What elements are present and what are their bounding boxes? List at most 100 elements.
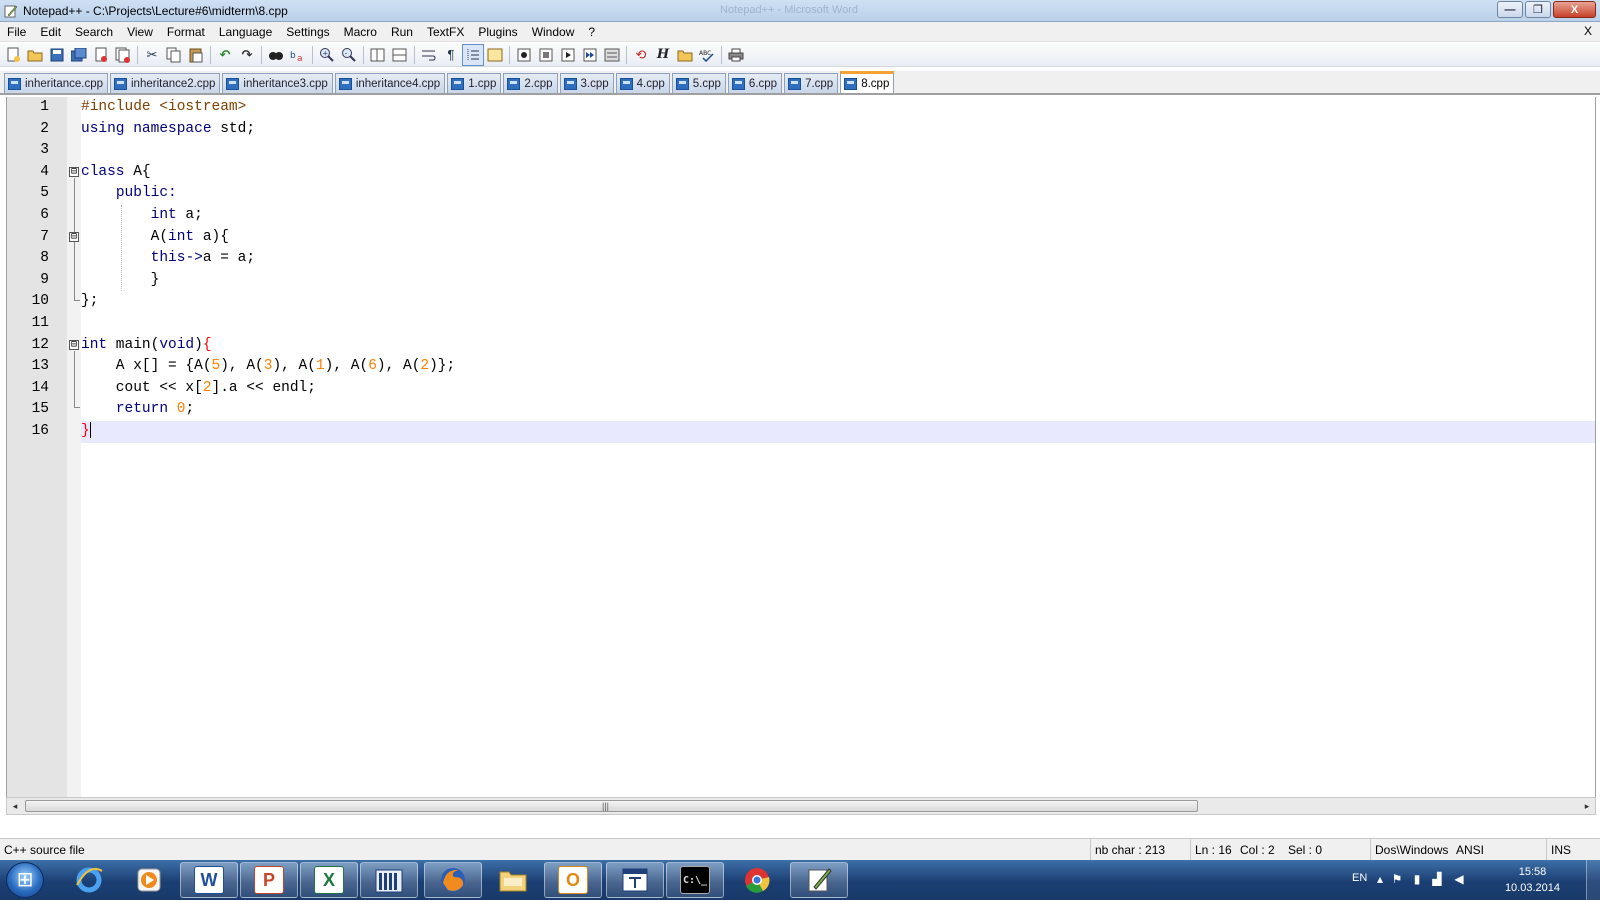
paste-icon[interactable] [185, 44, 207, 66]
pdf-icon[interactable]: ⟲ [630, 44, 652, 66]
menu-language[interactable]: Language [212, 22, 279, 42]
powerpoint-icon[interactable]: P [240, 862, 298, 898]
tab-8-cpp[interactable]: 8.cpp [840, 71, 895, 93]
close-button[interactable]: X [1553, 1, 1596, 18]
scrollbar-thumb[interactable]: ||| [25, 800, 1198, 812]
tab-3-cpp[interactable]: 3.cpp [559, 73, 614, 93]
library-icon[interactable] [360, 862, 418, 898]
menu-run[interactable]: Run [384, 22, 420, 42]
tab-4-cpp[interactable]: 4.cpp [615, 73, 670, 93]
clock[interactable]: 15:58 10.03.2014 [1505, 864, 1560, 896]
tab-7-cpp[interactable]: 7.cpp [784, 73, 839, 93]
record-macro-icon[interactable] [513, 44, 535, 66]
media-player-icon[interactable] [120, 862, 178, 898]
cut-icon[interactable]: ✂ [141, 44, 163, 66]
code-line: class A{ [81, 163, 151, 180]
scroll-left-icon[interactable]: ◂ [7, 798, 23, 814]
menu-settings[interactable]: Settings [279, 22, 336, 42]
file-icon [788, 77, 802, 90]
excel-icon[interactable]: X [300, 862, 358, 898]
language-indicator[interactable]: EN [1352, 872, 1367, 884]
menu-format[interactable]: Format [160, 22, 212, 42]
tab-inheritance2-cpp[interactable]: inheritance2.cpp [110, 73, 221, 93]
tab-6-cpp[interactable]: 6.cpp [727, 73, 783, 93]
scroll-right-icon[interactable]: ▸ [1579, 798, 1595, 814]
save-macro-icon[interactable] [601, 44, 623, 66]
undo-icon[interactable]: ↶ [214, 44, 236, 66]
redo-icon[interactable]: ↷ [236, 44, 258, 66]
folder-icon[interactable] [674, 44, 696, 66]
file-icon [338, 77, 352, 90]
copy-icon[interactable] [163, 44, 185, 66]
close-icon[interactable] [90, 44, 112, 66]
sync-h-icon[interactable] [389, 44, 411, 66]
maximize-button[interactable]: ❐ [1525, 1, 1551, 18]
command-prompt-icon[interactable]: C:\_ [666, 862, 724, 898]
code-editor[interactable]: 1 2 3 4 5 6 7 8 9 10 11 12 13 14 15 16 ⊟… [6, 97, 1596, 797]
app-window-icon[interactable] [606, 862, 664, 898]
outlook-icon[interactable]: O [544, 862, 602, 898]
tab-inheritance4-cpp[interactable]: inheritance4.cpp [334, 73, 446, 93]
find-icon[interactable] [265, 44, 287, 66]
menu-textfx[interactable]: TextFX [420, 22, 471, 42]
menu-search[interactable]: Search [68, 22, 120, 42]
menu-window[interactable]: Window [525, 22, 582, 42]
toolbar-separator [261, 45, 262, 64]
menu-plugins[interactable]: Plugins [471, 22, 524, 42]
fold-toggle-icon[interactable]: ⊟ [69, 167, 79, 177]
stop-macro-icon[interactable] [535, 44, 557, 66]
tab-2-cpp[interactable]: 2.cpp [503, 73, 558, 93]
run-macro-multiple-icon[interactable] [579, 44, 601, 66]
menu-macro[interactable]: Macro [337, 22, 384, 42]
close-document-button[interactable]: X [1584, 24, 1592, 38]
file-icon [731, 77, 745, 90]
window-title: Notepad++ - C:\Projects\Lecture#6\midter… [23, 3, 288, 18]
notepad-plus-plus-icon[interactable] [790, 862, 848, 898]
word-wrap-icon[interactable] [418, 44, 440, 66]
new-file-icon[interactable] [2, 44, 24, 66]
menu-bar: File Edit Search View Format Language Se… [0, 22, 1600, 42]
menu-view[interactable]: View [120, 22, 160, 42]
fold-end [74, 407, 80, 408]
word-icon[interactable]: W [180, 862, 238, 898]
replace-icon[interactable]: ba [287, 44, 309, 66]
menu-file[interactable]: File [0, 22, 33, 42]
tab-inheritance3-cpp[interactable]: inheritance3.cpp [222, 73, 333, 93]
minimize-button[interactable]: — [1497, 1, 1523, 18]
indent-guide-icon[interactable] [462, 43, 484, 66]
chrome-icon[interactable] [728, 862, 786, 898]
user-lang-icon[interactable] [484, 44, 506, 66]
fold-toggle-icon[interactable]: ⊟ [69, 340, 79, 350]
close-all-icon[interactable] [112, 44, 134, 66]
network-icon[interactable]: ▟ [1430, 872, 1444, 886]
fold-toggle-icon[interactable]: ⊟ [69, 232, 79, 242]
zoom-out-icon[interactable]: - [338, 44, 360, 66]
tab-1-cpp[interactable]: 1.cpp [447, 73, 502, 93]
tab-5-cpp[interactable]: 5.cpp [671, 73, 726, 93]
file-explorer-icon[interactable] [484, 862, 542, 898]
volume-icon[interactable]: ◀ [1452, 872, 1466, 886]
save-icon[interactable] [46, 44, 68, 66]
menu-edit[interactable]: Edit [33, 22, 68, 42]
internet-explorer-icon[interactable] [60, 862, 118, 898]
show-desktop-button[interactable] [1586, 860, 1600, 900]
horizontal-scrollbar[interactable]: ◂ ||| ▸ [6, 797, 1596, 815]
menu-help[interactable]: ? [581, 22, 602, 42]
print-icon[interactable] [725, 44, 747, 66]
save-all-icon[interactable] [68, 44, 90, 66]
code-line: int a; [150, 207, 203, 223]
action-center-icon[interactable]: ⚑ [1390, 872, 1404, 886]
firefox-icon[interactable] [424, 862, 482, 898]
open-file-icon[interactable] [24, 44, 46, 66]
h-icon[interactable]: H [652, 44, 674, 66]
battery-icon[interactable]: ▮ [1410, 872, 1424, 886]
tab-inheritance-cpp[interactable]: inheritance.cpp [4, 73, 108, 93]
show-hidden-icons-icon[interactable]: ▴ [1373, 872, 1387, 886]
spell-check-icon[interactable]: ABC [696, 44, 718, 66]
sync-v-icon[interactable] [367, 44, 389, 66]
show-all-chars-icon[interactable]: ¶ [440, 44, 462, 66]
play-macro-icon[interactable] [557, 44, 579, 66]
zoom-in-icon[interactable]: + [316, 44, 338, 66]
code-text-area[interactable]: #include <iostream> using namespace std;… [81, 97, 1595, 797]
start-button[interactable] [6, 862, 44, 898]
